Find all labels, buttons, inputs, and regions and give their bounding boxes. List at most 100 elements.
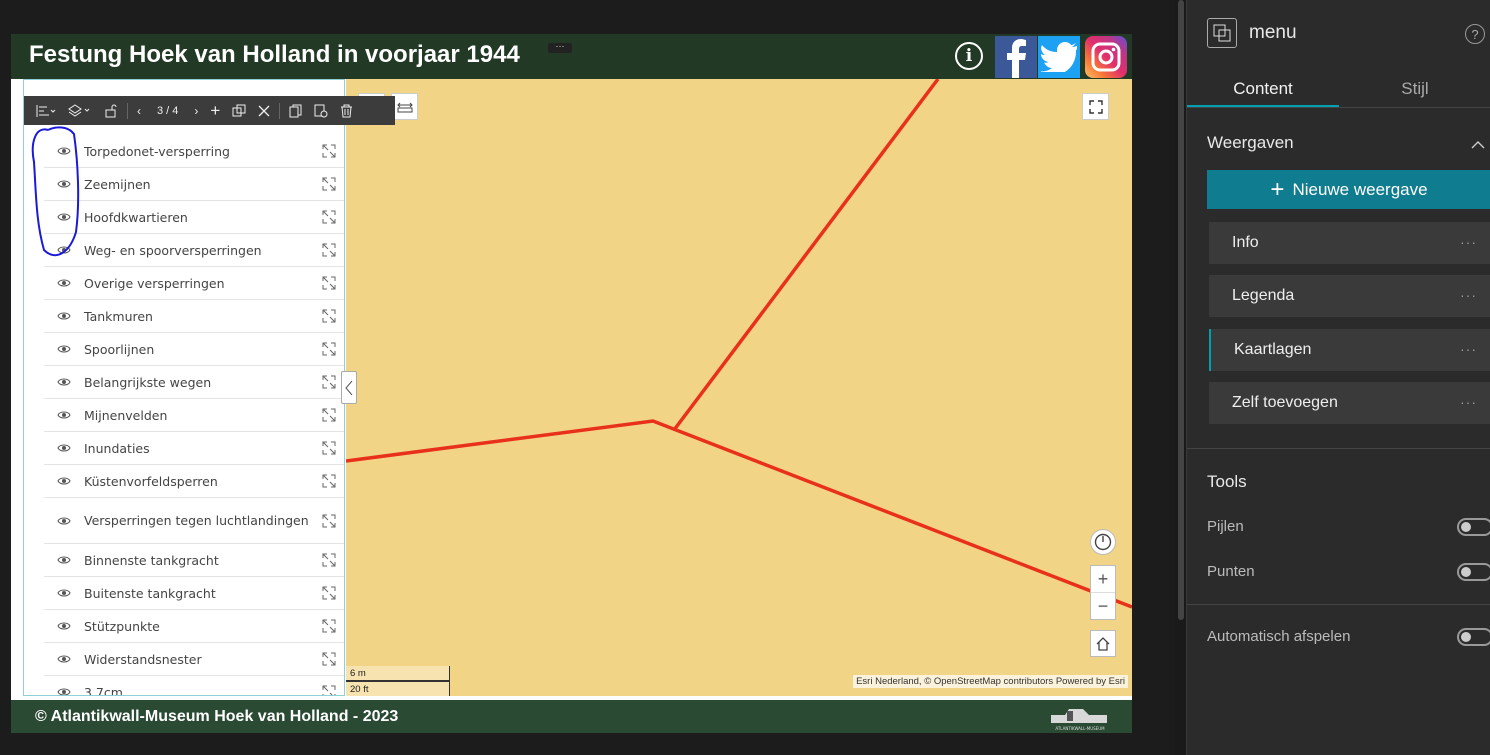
autoplay-toggle[interactable] (1457, 628, 1490, 646)
map-view[interactable]: + − Esri Nederland, © OpenStreetMap cont… (346, 79, 1132, 696)
expand-icon[interactable] (314, 514, 344, 528)
home-icon[interactable] (1090, 630, 1116, 657)
more-icon[interactable]: ··· (1460, 234, 1477, 250)
expand-icon[interactable] (314, 652, 344, 666)
more-icon[interactable]: ··· (1460, 287, 1477, 303)
layer-row[interactable]: Belangrijkste wegen (44, 366, 344, 399)
layer-label: Stützpunkte (84, 618, 160, 634)
toggle-row-punten: Punten (1207, 563, 1490, 581)
expand-icon[interactable] (314, 408, 344, 422)
prev-page-icon[interactable]: ‹ (131, 96, 147, 125)
layer-row[interactable]: Tankmuren (44, 300, 344, 333)
scale-imperial: 20 ft (346, 681, 450, 696)
canvas-scrollbar[interactable] (1178, 0, 1184, 620)
view-item-kaartlagen[interactable]: Kaartlagen ··· (1209, 329, 1490, 371)
expand-icon[interactable] (314, 309, 344, 323)
eye-icon[interactable] (44, 311, 84, 321)
eye-icon[interactable] (44, 278, 84, 288)
twitter-icon[interactable] (1038, 36, 1080, 78)
fullscreen-icon[interactable] (1082, 93, 1109, 120)
next-page-icon[interactable]: › (188, 96, 204, 125)
expand-icon[interactable] (314, 619, 344, 633)
toolbar-divider (127, 102, 128, 119)
layer-label: Tankmuren (84, 308, 153, 324)
facebook-icon[interactable] (995, 36, 1037, 78)
eye-icon[interactable] (44, 410, 84, 420)
view-item-label: Legenda (1232, 287, 1295, 304)
punten-toggle[interactable] (1457, 563, 1490, 581)
close-icon[interactable] (252, 96, 276, 125)
expand-icon[interactable] (314, 210, 344, 224)
toggle-row-pijlen: Pijlen (1207, 518, 1490, 536)
expand-icon[interactable] (314, 276, 344, 290)
trash-icon[interactable] (334, 96, 359, 125)
eye-icon[interactable] (44, 654, 84, 664)
toggle-label: Punten (1207, 563, 1255, 580)
expand-icon[interactable] (314, 441, 344, 455)
eye-icon[interactable] (44, 516, 84, 526)
layer-row[interactable]: Versperringen tegen luchtlandingen (44, 498, 344, 544)
layer-row[interactable]: Weg- en spoorversperringen (44, 234, 344, 267)
expand-icon[interactable] (314, 177, 344, 191)
museum-logo: ATLANTIKWALL-MUSEUM (1045, 703, 1115, 731)
eye-icon[interactable] (44, 588, 84, 598)
layer-row[interactable]: Inundaties (44, 432, 344, 465)
add-icon[interactable]: + (204, 96, 226, 125)
pijlen-toggle[interactable] (1457, 518, 1490, 536)
layer-row[interactable]: Widerstandsnester (44, 643, 344, 676)
eye-icon[interactable] (44, 476, 84, 486)
copy-icon[interactable] (283, 96, 308, 125)
layer-row[interactable]: Binnenste tankgracht (44, 544, 344, 577)
layer-row[interactable]: Torpedonet-versperring (44, 135, 344, 168)
duplicate-icon[interactable] (226, 96, 252, 125)
eye-icon[interactable] (44, 443, 84, 453)
layer-row[interactable]: Küstenvorfeldsperren (44, 465, 344, 498)
tab-content[interactable]: Content (1187, 70, 1339, 107)
view-item-zelf-toevoegen[interactable]: Zelf toevoegen ··· (1209, 382, 1490, 424)
expand-icon[interactable] (314, 144, 344, 158)
layer-row[interactable]: Mijnenvelden (44, 399, 344, 432)
layer-row[interactable]: Overige versperringen (44, 267, 344, 300)
expand-icon[interactable] (314, 553, 344, 567)
help-icon[interactable]: ? (1465, 24, 1485, 44)
header-more-button[interactable]: ··· (548, 42, 572, 53)
ruler-icon[interactable] (391, 93, 418, 120)
eye-icon[interactable] (44, 687, 84, 695)
paste-style-icon[interactable] (308, 96, 334, 125)
expand-icon[interactable] (314, 474, 344, 488)
expand-icon[interactable] (314, 375, 344, 389)
layer-row[interactable]: Spoorlijnen (44, 333, 344, 366)
layer-row[interactable]: Zeemijnen (44, 168, 344, 201)
view-item-legenda[interactable]: Legenda ··· (1209, 275, 1490, 317)
eye-icon[interactable] (44, 344, 84, 354)
unlock-icon[interactable] (98, 96, 124, 125)
expand-icon[interactable] (314, 342, 344, 356)
info-button[interactable]: i (955, 42, 983, 70)
eye-icon[interactable] (44, 377, 84, 387)
layer-row[interactable]: Stützpunkte (44, 610, 344, 643)
view-item-info[interactable]: Info ··· (1209, 222, 1490, 264)
layers-icon[interactable] (62, 96, 98, 125)
zoom-out-button[interactable]: − (1091, 593, 1115, 620)
settings-panel: menu ? Content Stijl Weergaven + Nieuwe … (1186, 0, 1490, 755)
more-icon[interactable]: ··· (1460, 394, 1477, 410)
eye-icon[interactable] (44, 555, 84, 565)
footer-copyright: © Atlantikwall-Museum Hoek van Holland -… (35, 708, 399, 725)
new-view-button[interactable]: + Nieuwe weergave (1207, 170, 1490, 209)
instagram-icon[interactable] (1085, 36, 1127, 78)
more-icon[interactable]: ··· (1460, 341, 1477, 357)
compass-icon[interactable] (1090, 529, 1116, 555)
layer-row[interactable]: 3,7cm (44, 676, 344, 695)
eye-icon[interactable] (44, 621, 84, 631)
layer-label: Spoorlijnen (84, 341, 155, 357)
expand-icon[interactable] (314, 243, 344, 257)
expand-icon[interactable] (314, 586, 344, 600)
layer-row[interactable]: Hoofdkwartieren (44, 201, 344, 234)
align-icon[interactable] (30, 96, 62, 125)
zoom-in-button[interactable]: + (1091, 566, 1115, 593)
expand-icon[interactable] (314, 685, 344, 695)
collapse-panel-button[interactable] (341, 371, 357, 404)
chevron-up-icon[interactable] (1471, 138, 1485, 152)
tab-style[interactable]: Stijl (1339, 70, 1490, 107)
layer-row[interactable]: Buitenste tankgracht (44, 577, 344, 610)
